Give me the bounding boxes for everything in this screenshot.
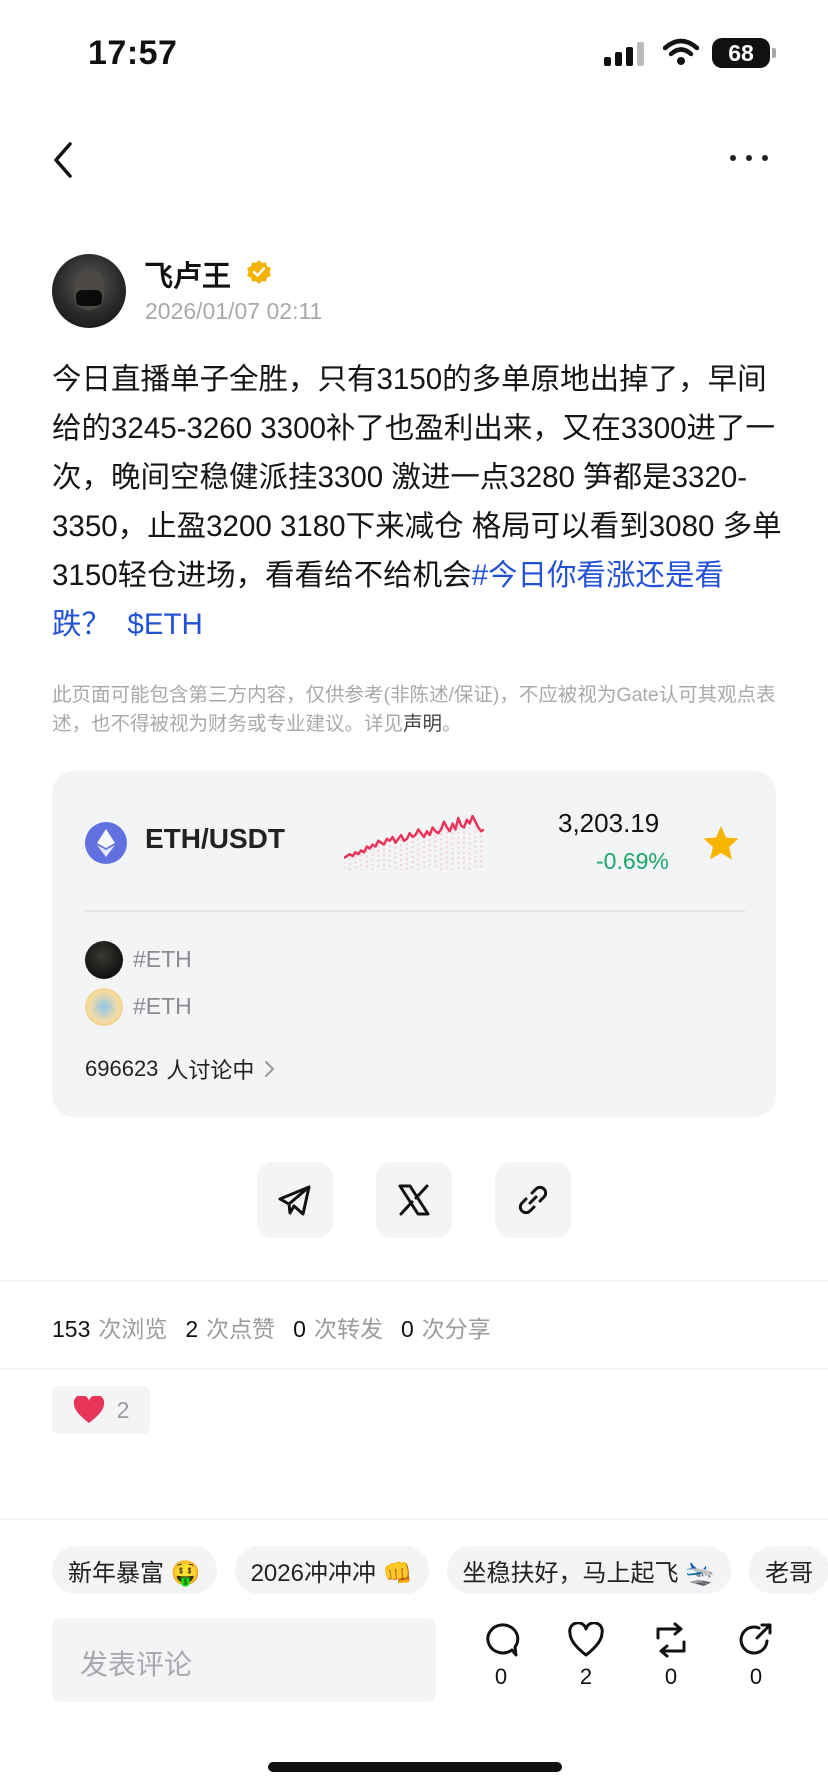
market-price: 3,203.19 bbox=[558, 808, 660, 838]
post-body: 今日直播单子全胜，只有3150的多单原地出掉了，早间给的3245-3260 33… bbox=[52, 363, 782, 592]
reposts-count: 0 bbox=[293, 1316, 306, 1342]
share-button[interactable]: 0 bbox=[728, 1622, 784, 1690]
views-label: 次浏览 bbox=[98, 1316, 168, 1342]
topic-avatar bbox=[85, 988, 123, 1026]
section-divider bbox=[0, 1518, 828, 1520]
comment-icon bbox=[486, 1623, 520, 1657]
quick-reply-chip[interactable]: 2026冲冲冲 👊 bbox=[234, 1546, 429, 1594]
repost-icon bbox=[656, 1622, 686, 1658]
status-time: 17:57 bbox=[88, 34, 178, 72]
section-divider bbox=[0, 1280, 828, 1282]
share-icon bbox=[739, 1623, 772, 1655]
card-divider bbox=[85, 910, 745, 912]
topic-avatar bbox=[85, 941, 123, 979]
like-icon bbox=[568, 1622, 604, 1657]
x-icon bbox=[398, 1184, 430, 1216]
heart-icon bbox=[73, 1396, 104, 1423]
verified-icon bbox=[247, 260, 271, 284]
reaction-chip[interactable]: 2 bbox=[52, 1386, 150, 1434]
quick-reply-chip[interactable]: 坐稳扶好，马上起飞 🛬 bbox=[446, 1546, 732, 1594]
topic-tag[interactable]: #ETH bbox=[133, 946, 192, 973]
repost-count: 0 bbox=[664, 1664, 678, 1689]
share-count: 0 bbox=[749, 1664, 763, 1689]
post-date: 2026/01/07 02:11 bbox=[145, 298, 323, 324]
likes-label: 次点赞 bbox=[206, 1316, 276, 1342]
share-x-button[interactable] bbox=[376, 1162, 452, 1238]
like-button[interactable]: 2 bbox=[558, 1622, 614, 1690]
back-icon[interactable] bbox=[50, 140, 78, 180]
section-divider bbox=[0, 1368, 828, 1370]
price-sparkline bbox=[344, 814, 484, 870]
discussion-label: 人讨论中 bbox=[166, 1058, 255, 1083]
home-indicator bbox=[268, 1762, 562, 1772]
post-content: 今日直播单子全胜，只有3150的多单原地出掉了，早间给的3245-3260 33… bbox=[52, 355, 788, 649]
market-change: -0.69% bbox=[596, 848, 669, 874]
wifi-icon bbox=[663, 38, 699, 65]
comment-count: 0 bbox=[494, 1664, 508, 1689]
disclaimer-end: 。 bbox=[442, 713, 462, 735]
quick-reply-chip[interactable]: 老哥 bbox=[749, 1546, 828, 1594]
copy-link-button[interactable] bbox=[495, 1162, 571, 1238]
cashtag-link[interactable]: $ETH bbox=[127, 608, 202, 641]
share-telegram-button[interactable] bbox=[257, 1162, 333, 1238]
likes-count: 2 bbox=[185, 1316, 199, 1342]
more-icon[interactable] bbox=[730, 155, 768, 161]
shares-label: 次分享 bbox=[421, 1316, 491, 1342]
link-icon bbox=[518, 1185, 548, 1215]
disclaimer: 此页面可能包含第三方内容，仅供参考(非陈述/保证)，不应被视为Gate认可其观点… bbox=[52, 681, 788, 739]
comment-placeholder: 发表评论 bbox=[80, 1649, 193, 1680]
like-count: 2 bbox=[579, 1664, 593, 1689]
chevron-right-icon bbox=[265, 1061, 275, 1077]
author-name[interactable]: 飞卢王 bbox=[144, 253, 231, 295]
star-icon[interactable] bbox=[701, 824, 741, 862]
market-pair[interactable]: ETH/USDT bbox=[145, 823, 285, 855]
topic-tag[interactable]: #ETH bbox=[133, 993, 192, 1020]
reposts-label: 次转发 bbox=[313, 1316, 383, 1342]
discussion-link[interactable]: 696623 人讨论中 bbox=[85, 1053, 276, 1085]
quick-replies: 新年暴富 🤑 2026冲冲冲 👊 坐稳扶好，马上起飞 🛬 老哥 bbox=[52, 1546, 828, 1594]
cellular-signal-icon bbox=[604, 42, 644, 66]
comment-button[interactable]: 0 bbox=[473, 1622, 529, 1690]
post-stats: 153 次浏览 2 次点赞 0 次转发 0 次分享 bbox=[52, 1310, 509, 1344]
views-count: 153 bbox=[52, 1316, 91, 1342]
discussion-count: 696623 bbox=[85, 1056, 159, 1081]
quick-reply-chip[interactable]: 新年暴富 🤑 bbox=[52, 1546, 217, 1594]
author-avatar[interactable] bbox=[52, 254, 126, 328]
repost-button[interactable]: 0 bbox=[643, 1622, 699, 1690]
reaction-count: 2 bbox=[116, 1396, 130, 1423]
disclaimer-link[interactable]: 声明 bbox=[403, 713, 442, 735]
telegram-icon bbox=[278, 1185, 311, 1216]
battery-indicator: 68 bbox=[712, 38, 776, 68]
eth-icon bbox=[85, 822, 127, 864]
shares-count: 0 bbox=[400, 1316, 414, 1342]
